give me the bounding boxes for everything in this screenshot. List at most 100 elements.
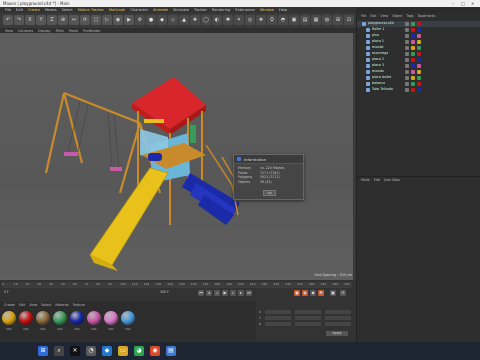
object-row[interactable]: pino	[357, 33, 480, 39]
object-tag-icon[interactable]	[405, 70, 409, 74]
object-menu-view[interactable]: View	[381, 14, 389, 19]
prev-frame-icon[interactable]: ◃	[214, 290, 220, 296]
object-tag-icon[interactable]	[405, 46, 409, 50]
toolbar-button[interactable]: ◐	[212, 15, 222, 25]
material-menu-create[interactable]: Create	[4, 303, 15, 308]
object-tag-icon[interactable]	[411, 52, 415, 56]
object-tag-icon[interactable]	[405, 76, 409, 80]
object-tag-icon[interactable]	[411, 22, 415, 26]
object-tag-icon[interactable]	[411, 76, 415, 80]
toolbar-button[interactable]: ⛭	[267, 15, 277, 25]
apply-button[interactable]: Apply	[326, 331, 348, 336]
keyframe-icon[interactable]: ◆	[310, 290, 316, 296]
object-tag-icon[interactable]	[417, 40, 421, 44]
object-tag-icon[interactable]	[417, 70, 421, 74]
current-frame[interactable]: 0 F	[4, 290, 9, 294]
object-tag-icon[interactable]	[417, 64, 421, 68]
rotation-key-icon[interactable]: ⟳	[340, 290, 346, 296]
object-tag-icon[interactable]	[411, 34, 415, 38]
toolbar-button[interactable]: ▦	[311, 15, 321, 25]
object-tag-icon[interactable]	[405, 34, 409, 38]
toolbar-button[interactable]: ◉	[113, 15, 123, 25]
material-swatch[interactable]	[2, 311, 16, 325]
object-row[interactable]: placa 2	[357, 57, 480, 63]
toolbar-button[interactable]: ⊞	[333, 15, 343, 25]
attribute-menu-mode[interactable]: Mode	[361, 178, 370, 183]
coord-field[interactable]	[265, 310, 291, 314]
object-tag-icon[interactable]	[405, 22, 409, 26]
position-key-icon[interactable]: ✚	[318, 290, 324, 296]
object-row[interactable]: Roller 1	[357, 27, 480, 33]
object-tag-icon[interactable]	[405, 58, 409, 62]
material-swatch[interactable]	[70, 311, 84, 325]
x-icon[interactable]: ✕	[70, 346, 80, 356]
end-frame[interactable]: 300 F	[160, 290, 169, 294]
toolbar-button[interactable]: Z	[47, 15, 57, 25]
material-menu-texture[interactable]: Texture	[73, 303, 85, 308]
toolbar-button[interactable]: ◆	[157, 15, 167, 25]
attribute-menu-user-data[interactable]: User Data	[384, 178, 400, 183]
coord-field[interactable]	[265, 316, 291, 320]
object-tag-icon[interactable]	[411, 70, 415, 74]
object-row[interactable]: escalai	[357, 45, 480, 51]
object-tag-icon[interactable]	[405, 88, 409, 92]
toolbar-button[interactable]: ▲	[179, 15, 189, 25]
toolbar-button[interactable]: ✚	[190, 15, 200, 25]
toolbar-button[interactable]: ⟳	[80, 15, 90, 25]
vscode-icon[interactable]: ◆	[102, 346, 112, 356]
object-row[interactable]: placa 1	[357, 39, 480, 45]
photos-icon[interactable]: ▤	[166, 346, 176, 356]
toolbar-button[interactable]: □	[91, 15, 101, 25]
chrome-icon[interactable]: ◉	[150, 346, 160, 356]
viewport[interactable]: Grid Spacing : 100 cm Information Memory…	[0, 33, 356, 280]
autokey-icon[interactable]: ◉	[302, 290, 308, 296]
object-tag-icon[interactable]	[411, 46, 415, 50]
toolbar-button[interactable]: ◯	[201, 15, 211, 25]
object-tag-icon[interactable]	[411, 88, 415, 92]
object-tag-icon[interactable]	[411, 28, 415, 32]
object-tag-icon[interactable]	[411, 58, 415, 62]
toolbar-button[interactable]: ▶	[124, 15, 134, 25]
toolbar-button[interactable]: ▷	[102, 15, 112, 25]
cinema4d-icon[interactable]: ◔	[86, 346, 96, 356]
object-tag-icon[interactable]	[405, 82, 409, 86]
record-icon[interactable]: ●	[294, 290, 300, 296]
object-tag-icon[interactable]	[417, 34, 421, 38]
object-tag-icon[interactable]	[417, 22, 421, 26]
toolbar-button[interactable]: ◇	[168, 15, 178, 25]
search-icon[interactable]: ⌕	[54, 346, 64, 356]
material-menu-material[interactable]: Material	[55, 303, 68, 308]
toolbar-button[interactable]: ◎	[245, 15, 255, 25]
material-menu-select[interactable]: Select	[41, 303, 51, 308]
toolbar-button[interactable]: ↔	[69, 15, 79, 25]
object-tag-icon[interactable]	[417, 58, 421, 62]
material-swatch[interactable]	[19, 311, 33, 325]
toolbar-button[interactable]: ❖	[256, 15, 266, 25]
scale-key-icon[interactable]: ▣	[330, 290, 336, 296]
toolbar-button[interactable]: Y	[36, 15, 46, 25]
toolbar-button[interactable]: ⚙	[135, 15, 145, 25]
object-menu-bookmarks[interactable]: Bookmarks	[418, 14, 436, 19]
material-swatch[interactable]	[121, 311, 135, 325]
toolbar-button[interactable]: ✶	[234, 15, 244, 25]
first-frame-icon[interactable]: ⏮	[198, 290, 204, 296]
material-menu-edit[interactable]: Edit	[19, 303, 25, 308]
object-row[interactable]: placa 3	[357, 63, 480, 69]
object-tag-icon[interactable]	[411, 40, 415, 44]
timeline-ruler[interactable]: 0 10 20 30 40 50 60 70 80 90 100 110 120 130 140 150 160…	[2, 282, 352, 288]
object-row[interactable]: playground.c4d	[357, 21, 480, 27]
object-tag-icon[interactable]	[417, 82, 421, 86]
object-tag-icon[interactable]	[417, 52, 421, 56]
next-frame-icon[interactable]: ▹	[230, 290, 236, 296]
toolbar-button[interactable]: ↶	[3, 15, 13, 25]
object-row[interactable]: escada	[357, 69, 480, 75]
toolbar-button[interactable]: ⊡	[344, 15, 354, 25]
toolbar-button[interactable]: ●	[146, 15, 156, 25]
next-key-icon[interactable]: ▸	[238, 290, 244, 296]
coord-field[interactable]	[295, 310, 321, 314]
coord-field[interactable]	[325, 322, 351, 326]
object-row[interactable]: escorrega	[357, 51, 480, 57]
object-tag-icon[interactable]	[405, 64, 409, 68]
toolbar-button[interactable]: ✱	[223, 15, 233, 25]
object-tag-icon[interactable]	[405, 40, 409, 44]
